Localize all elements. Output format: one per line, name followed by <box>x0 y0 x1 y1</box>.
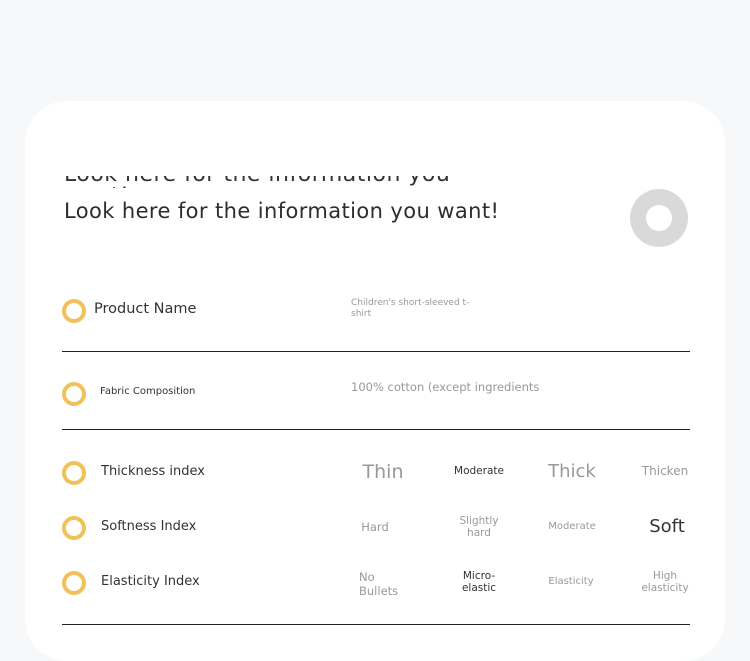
softness-option-hard[interactable]: Hard <box>361 521 389 533</box>
cropped-heading: Look here for the information you want! <box>64 176 464 188</box>
ring-icon <box>62 516 86 540</box>
ring-icon <box>62 299 86 323</box>
elasticity-option-micro-elastic[interactable]: Micro-elastic <box>455 570 503 594</box>
product-name-value: Children's short-sleeved t-shirt <box>351 298 470 319</box>
elasticity-option-no-bullets[interactable]: No Bullets <box>359 570 403 598</box>
large-ring-icon <box>630 189 688 247</box>
elasticity-option-elasticity[interactable]: Elasticity <box>548 576 593 588</box>
softness-option-soft[interactable]: Soft <box>649 518 685 536</box>
softness-label: Softness Index <box>101 519 197 534</box>
ring-icon <box>62 571 86 595</box>
product-name-label: Product Name <box>94 301 197 317</box>
thickness-option-moderate[interactable]: Moderate <box>454 465 504 477</box>
ring-icon <box>62 382 86 406</box>
divider <box>62 351 690 352</box>
fabric-label: Fabric Composition <box>100 386 196 397</box>
divider <box>62 429 690 430</box>
elasticity-label: Elasticity Index <box>101 574 200 589</box>
softness-option-slightly-hard[interactable]: Slightly hard <box>455 515 503 539</box>
thickness-option-thick[interactable]: Thick <box>548 463 596 481</box>
thickness-option-thin[interactable]: Thin <box>363 463 404 482</box>
ring-icon <box>62 461 86 485</box>
thickness-option-thicken[interactable]: Thicken <box>642 465 688 477</box>
page-title: Look here for the information you want! <box>64 199 500 223</box>
thickness-label: Thickness index <box>101 464 205 479</box>
elasticity-option-high-elasticity[interactable]: High elasticity <box>636 570 694 594</box>
fabric-value: 100% cotton (except ingredients <box>351 380 540 394</box>
softness-option-moderate[interactable]: Moderate <box>548 521 596 533</box>
